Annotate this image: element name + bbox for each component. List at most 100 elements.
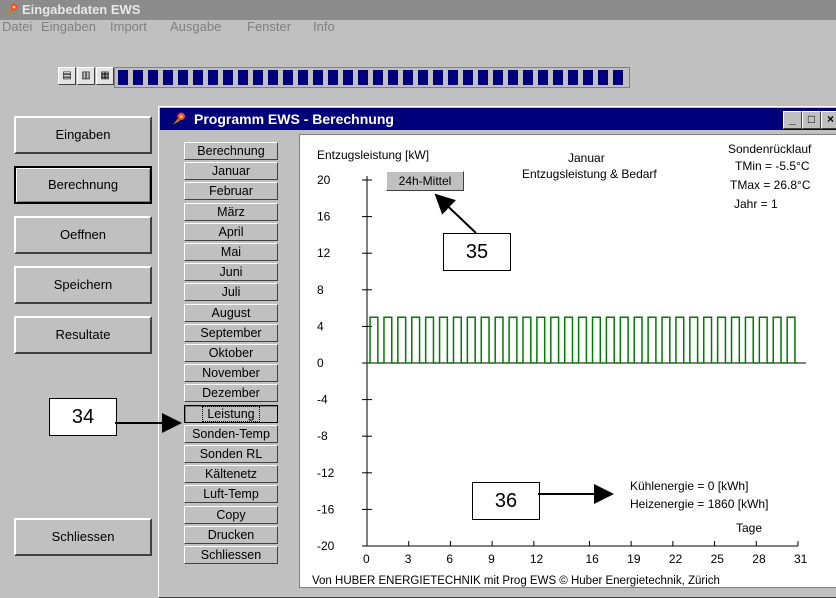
y-tick-label: 4 bbox=[317, 319, 324, 333]
side-list-label: Leistung bbox=[202, 405, 260, 422]
side-list-item-januar[interactable]: Januar bbox=[184, 162, 278, 181]
side-list-item-september[interactable]: September bbox=[184, 323, 278, 342]
side-list-item-schliessen[interactable]: Schliessen bbox=[184, 546, 278, 564]
side-list-item-februar[interactable]: Februar bbox=[184, 182, 278, 201]
side-list-item-drucken[interactable]: Drucken bbox=[184, 525, 278, 544]
eingaben-button[interactable]: Eingaben bbox=[14, 116, 152, 154]
callout-35: 35 bbox=[443, 233, 511, 271]
x-tick-label: 28 bbox=[752, 552, 766, 566]
side-list-item-juni[interactable]: Juni bbox=[184, 263, 278, 282]
progress-block bbox=[328, 70, 338, 85]
y-tick-label: 20 bbox=[317, 173, 331, 187]
progress-block bbox=[493, 70, 503, 85]
save-icon[interactable]: ▦ bbox=[96, 67, 114, 85]
side-list-item-kältenetz[interactable]: Kältenetz bbox=[184, 465, 278, 484]
progress-block bbox=[253, 70, 263, 85]
side-list-label: Sonden RL bbox=[199, 447, 263, 461]
progress-block bbox=[613, 70, 623, 85]
close-button[interactable]: × bbox=[821, 111, 836, 129]
side-list-item-berechnung[interactable]: Berechnung bbox=[184, 142, 278, 160]
progress-block bbox=[208, 70, 218, 85]
maximize-button[interactable]: □ bbox=[802, 111, 821, 129]
app-title: Eingabedaten EWS bbox=[22, 2, 141, 17]
series-line bbox=[367, 316, 798, 364]
side-list-label: Dezember bbox=[202, 386, 260, 401]
berechnung-button[interactable]: Berechnung bbox=[14, 166, 152, 204]
resultate-button[interactable]: Resultate bbox=[14, 316, 152, 354]
progress-block bbox=[478, 70, 488, 85]
side-list-item-märz[interactable]: März bbox=[184, 202, 278, 221]
menu-import[interactable]: Import bbox=[110, 19, 147, 34]
progress-block bbox=[193, 70, 203, 85]
side-list-label: Mai bbox=[220, 245, 242, 259]
window-icon bbox=[172, 112, 185, 125]
x-tick-label: 25 bbox=[711, 552, 725, 566]
y-tick-label: 16 bbox=[317, 210, 331, 224]
progress-block bbox=[238, 70, 248, 85]
y-tick-label: 0 bbox=[317, 356, 324, 370]
side-list-label: Juli bbox=[221, 285, 241, 300]
oeffnen-button[interactable]: Oeffnen bbox=[14, 216, 152, 254]
side-list-item-luft-temp[interactable]: Luft-Temp bbox=[184, 485, 278, 504]
menu-eingaben[interactable]: Eingaben bbox=[41, 19, 96, 34]
x-tick-label: 9 bbox=[488, 552, 495, 566]
progress-block bbox=[448, 70, 458, 85]
progress-block bbox=[268, 70, 278, 85]
app-icon bbox=[6, 3, 18, 15]
side-list-item-mai[interactable]: Mai bbox=[184, 243, 278, 261]
x-tick-label: 0 bbox=[363, 552, 370, 566]
progress-block bbox=[388, 70, 398, 85]
menu-bar: Datei Eingaben Import Ausgabe Fenster In… bbox=[0, 19, 836, 60]
progress-block bbox=[463, 70, 473, 85]
progress-block bbox=[598, 70, 608, 85]
side-list-item-sonden-rl[interactable]: Sonden RL bbox=[184, 445, 278, 463]
print-icon[interactable]: ▤ bbox=[58, 67, 76, 85]
document-icon[interactable]: ▥ bbox=[77, 67, 95, 85]
progress-block bbox=[418, 70, 428, 85]
progress-block bbox=[298, 70, 308, 85]
x-tick-label: 3 bbox=[405, 552, 412, 566]
menu-ausgabe[interactable]: Ausgabe bbox=[170, 19, 221, 34]
menu-info[interactable]: Info bbox=[313, 19, 335, 34]
progress-block bbox=[523, 70, 533, 85]
x-tick-label: 16 bbox=[585, 552, 599, 566]
menu-datei[interactable]: Datei bbox=[2, 19, 32, 34]
x-tick-label: 6 bbox=[446, 552, 453, 566]
side-list-item-dezember[interactable]: Dezember bbox=[184, 384, 278, 403]
side-list-item-sonden-temp[interactable]: Sonden-Temp bbox=[184, 424, 278, 443]
minimize-button[interactable]: _ bbox=[783, 111, 802, 129]
progress-block bbox=[508, 70, 518, 85]
side-list-item-leistung[interactable]: Leistung bbox=[184, 404, 278, 423]
y-tick-label: 8 bbox=[317, 283, 324, 297]
y-tick-label: -12 bbox=[317, 466, 335, 480]
app-title-bar: Eingabedaten EWS bbox=[0, 0, 836, 20]
side-list-item-juli[interactable]: Juli bbox=[184, 283, 278, 302]
window-title-bar: Programm EWS - Berechnung bbox=[160, 108, 836, 130]
callout-34: 34 bbox=[49, 398, 117, 436]
side-list-item-august[interactable]: August bbox=[184, 303, 278, 322]
y-tick-label: 12 bbox=[317, 246, 331, 260]
menu-fenster[interactable]: Fenster bbox=[247, 19, 291, 34]
progress-block bbox=[223, 70, 233, 85]
progress-block bbox=[343, 70, 353, 85]
side-list-label: Luft-Temp bbox=[203, 487, 259, 502]
progress-block bbox=[433, 70, 443, 85]
x-tick-label: 12 bbox=[530, 552, 544, 566]
side-list-label: April bbox=[218, 224, 244, 239]
side-list-label: August bbox=[211, 305, 251, 320]
side-list-label: September bbox=[200, 325, 262, 340]
side-list-item-april[interactable]: April bbox=[184, 222, 278, 241]
side-list-label: März bbox=[217, 204, 245, 219]
side-list-item-november[interactable]: November bbox=[184, 364, 278, 383]
side-list-label: Februar bbox=[209, 184, 253, 199]
side-list-item-copy[interactable]: Copy bbox=[184, 505, 278, 524]
progress-block bbox=[133, 70, 143, 85]
schliessen-button[interactable]: Schliessen bbox=[14, 518, 152, 556]
speichern-button[interactable]: Speichern bbox=[14, 266, 152, 304]
chart-svg: 201612840-4-8-12-16-200 3 6 9 12 16 19 22 25 28 31 bbox=[317, 173, 808, 566]
side-list-item-oktober[interactable]: Oktober bbox=[184, 344, 278, 362]
side-list-label: Oktober bbox=[208, 346, 254, 360]
side-list-label: Drucken bbox=[207, 527, 255, 542]
y-tick-label: -20 bbox=[317, 539, 335, 553]
side-list-label: Sonden-Temp bbox=[192, 426, 270, 441]
